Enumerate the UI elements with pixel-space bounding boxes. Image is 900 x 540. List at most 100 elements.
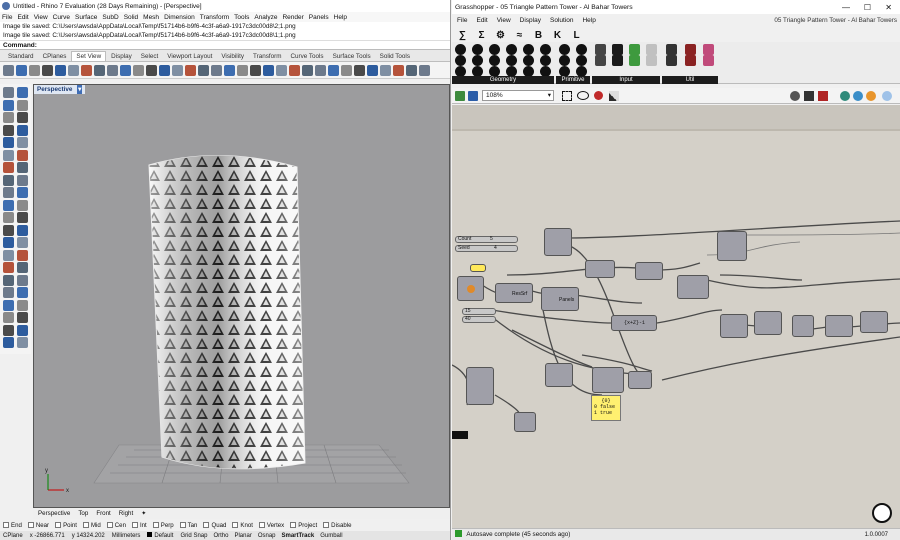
gh-component[interactable]: Panels: [541, 287, 579, 311]
left-tool-icon[interactable]: [3, 187, 14, 198]
gh-component[interactable]: [628, 371, 652, 389]
osnap-quad[interactable]: Quad: [203, 522, 226, 529]
preview-mode-icon[interactable]: [562, 91, 572, 101]
toolbar-tool-icon[interactable]: [302, 64, 313, 76]
toolbar-tool-icon[interactable]: [107, 64, 118, 76]
gh-component[interactable]: [514, 412, 536, 432]
viewport-tab-perspective[interactable]: Perspective: [38, 510, 70, 517]
gh-menu-item-help[interactable]: Help: [582, 17, 595, 24]
ribbon-component-icon[interactable]: [455, 55, 466, 66]
gh-ribbon-tab[interactable]: L: [571, 30, 582, 41]
left-tool-icon[interactable]: [3, 237, 14, 248]
menu-item-render[interactable]: Render: [282, 14, 303, 21]
toolbar-tab-solid-tools[interactable]: Solid Tools: [376, 52, 414, 61]
canvas-black-param[interactable]: [452, 431, 468, 439]
ribbon-component-icon[interactable]: [523, 55, 534, 66]
toolbar-tab-standard[interactable]: Standard: [4, 52, 38, 61]
zoom-dropdown[interactable]: 108% ▾: [482, 90, 554, 101]
checkbox-icon[interactable]: [82, 522, 89, 528]
status-toggle-grid-snap[interactable]: Grid Snap: [180, 533, 207, 539]
menu-item-analyze[interactable]: Analyze: [254, 14, 277, 21]
preview-shaded-icon[interactable]: [804, 91, 814, 101]
viewport-tab-front[interactable]: Front: [96, 510, 110, 517]
ribbon-component-icon[interactable]: [489, 44, 500, 55]
minimize-icon[interactable]: —: [842, 3, 850, 12]
add-viewport-icon[interactable]: ✦: [141, 510, 146, 517]
gh-component[interactable]: [754, 311, 782, 335]
left-tool-icon[interactable]: [3, 312, 14, 323]
gh-ribbon-tab[interactable]: ∑: [457, 30, 468, 41]
gh-ribbon-tab[interactable]: ≈: [514, 30, 525, 41]
status-layer[interactable]: Default: [147, 532, 173, 539]
checkbox-icon[interactable]: [232, 522, 239, 528]
left-tool-icon[interactable]: [17, 337, 28, 348]
left-tool-icon[interactable]: [17, 312, 28, 323]
left-tool-icon[interactable]: [17, 212, 28, 223]
osnap-knot[interactable]: Knot: [232, 522, 253, 529]
ribbon-component-icon[interactable]: [576, 44, 587, 55]
left-tool-icon[interactable]: [17, 274, 28, 286]
ribbon-component-icon[interactable]: [612, 44, 623, 55]
checkbox-icon[interactable]: [152, 522, 159, 528]
toolbar-tool-icon[interactable]: [289, 64, 300, 76]
viewport-tab-top[interactable]: Top: [78, 510, 88, 517]
ribbon-component-icon[interactable]: [559, 55, 570, 66]
ribbon-component-icon[interactable]: [629, 55, 640, 66]
ribbon-component-icon[interactable]: [665, 44, 677, 55]
osnap-perp[interactable]: Perp: [152, 522, 174, 529]
toolbar-tool-icon[interactable]: [55, 64, 66, 76]
ribbon-component-icon[interactable]: [665, 55, 677, 66]
toolbar-tool-icon[interactable]: [406, 64, 417, 76]
osnap-cen[interactable]: Cen: [106, 522, 126, 529]
canvas-navigation-widget[interactable]: [872, 503, 892, 523]
toolbar-tool-icon[interactable]: [237, 64, 248, 76]
status-toggle-smarttrack[interactable]: SmartTrack: [282, 533, 315, 539]
left-tool-icon[interactable]: [17, 174, 28, 186]
toolbar-tool-icon[interactable]: [81, 64, 92, 76]
left-tool-icon[interactable]: [3, 87, 14, 98]
ribbon-component-icon[interactable]: [595, 44, 606, 55]
ribbon-component-icon[interactable]: [540, 55, 551, 66]
checkbox-icon[interactable]: [290, 522, 297, 528]
toolbar-tool-icon[interactable]: [315, 64, 326, 76]
gh-menu-item-solution[interactable]: Solution: [550, 17, 574, 24]
toolbar-tool-icon[interactable]: [419, 64, 430, 76]
ribbon-component-icon[interactable]: [595, 55, 606, 66]
toolbar-tool-icon[interactable]: [146, 64, 157, 76]
ribbon-component-icon[interactable]: [472, 44, 483, 55]
checkbox-icon[interactable]: [131, 522, 138, 528]
toolbar-tool-icon[interactable]: [328, 64, 339, 76]
toolbar-tool-icon[interactable]: [354, 64, 365, 76]
left-tool-icon[interactable]: [3, 99, 14, 111]
toolbar-tool-icon[interactable]: [263, 64, 274, 76]
ribbon-component-icon[interactable]: [646, 44, 657, 55]
ribbon-component-icon[interactable]: [703, 55, 715, 66]
gh-component[interactable]: [585, 260, 615, 278]
toolbar-tool-icon[interactable]: [159, 64, 170, 76]
toolbar-tool-icon[interactable]: [120, 64, 131, 76]
toolbar-tab-surface-tools[interactable]: Surface Tools: [329, 52, 375, 61]
gh-component[interactable]: [792, 315, 814, 337]
perspective-viewport[interactable]: Perspective ▾ x y: [33, 84, 450, 508]
osnap-tan[interactable]: Tan: [179, 522, 197, 529]
toolbar-tool-icon[interactable]: [94, 64, 105, 76]
left-tool-icon[interactable]: [17, 224, 28, 236]
left-tool-icon[interactable]: [3, 262, 14, 273]
toolbar-tool-icon[interactable]: [68, 64, 79, 76]
left-tool-icon[interactable]: [17, 112, 28, 123]
viewport-label[interactable]: Perspective ▾: [34, 85, 86, 94]
menu-item-curve[interactable]: Curve: [53, 14, 70, 21]
menu-item-solid[interactable]: Solid: [124, 14, 138, 21]
color-picker-icon[interactable]: [594, 91, 603, 100]
left-tool-icon[interactable]: [3, 287, 14, 298]
render-icon[interactable]: [882, 91, 892, 101]
osnap-vertex[interactable]: Vertex: [258, 522, 284, 529]
save-file-icon[interactable]: [468, 91, 478, 101]
osnap-project[interactable]: Project: [290, 522, 317, 529]
ribbon-component-icon[interactable]: [506, 44, 517, 55]
ribbon-component-icon[interactable]: [559, 44, 570, 55]
gh-ribbon-tab[interactable]: Σ: [476, 30, 487, 41]
gh-component[interactable]: ResSrf: [495, 283, 533, 303]
viewport-tab-right[interactable]: Right: [119, 510, 133, 517]
gh-menu-item-display[interactable]: Display: [520, 17, 541, 24]
